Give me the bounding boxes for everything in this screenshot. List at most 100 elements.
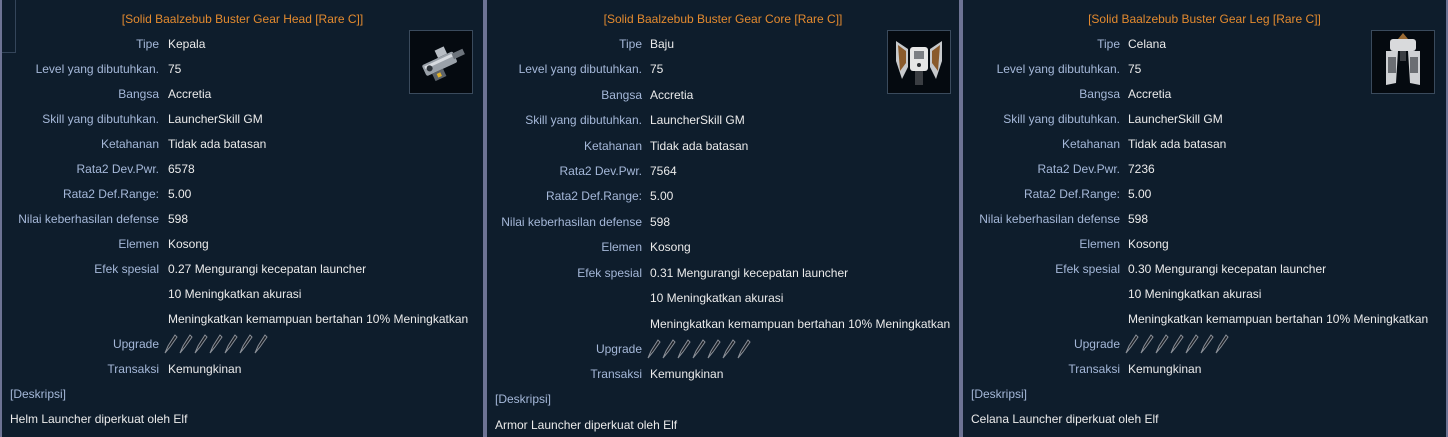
upgrade-slot-icon [1125, 334, 1139, 354]
helm-launcher-icon [409, 30, 473, 94]
upgrade-slot-icon [662, 339, 676, 359]
upgrade-slot-icon [209, 334, 223, 354]
stat-label: Elemen [118, 237, 159, 251]
stat-label: Skill yang dibutuhkan. [525, 113, 642, 127]
stat-value: Tidak ada batasan [1128, 137, 1227, 151]
description-header: [Deskripsi] [495, 392, 552, 406]
stat-value: Tidak ada batasan [650, 139, 749, 153]
stat-value: Celana [1128, 37, 1167, 51]
upgrade-slots [1125, 334, 1229, 354]
stat-value: 10 Meningkatkan akurasi [1128, 287, 1262, 301]
stat-label: Rata2 Def.Range: [545, 189, 642, 203]
stat-value: 0.30 Mengurangi kecepatan launcher [1128, 262, 1327, 276]
stat-value: 598 [168, 212, 189, 226]
upgrade-slot-icon [707, 339, 721, 359]
stat-value: LauncherSkill GM [168, 112, 263, 126]
stat-label: Upgrade [595, 342, 642, 356]
upgrade-slot-icon [239, 334, 253, 354]
stat-value: 7236 [1128, 162, 1155, 176]
stat-label: Rata2 Def.Range: [1023, 187, 1120, 201]
stat-value: 0.27 Mengurangi kecepatan launcher [168, 262, 367, 276]
item-title: [Solid Baalzebub Buster Gear Leg [Rare C… [1088, 12, 1321, 26]
stat-label: Skill yang dibutuhkan. [42, 112, 159, 126]
item-tooltip-leg: [Solid Baalzebub Buster Gear Leg [Rare C… [961, 0, 1448, 437]
upgrade-slot-icon [254, 334, 268, 354]
upgrade-slot-icon [677, 339, 691, 359]
description-header: [Deskripsi] [971, 387, 1028, 401]
armor-launcher-icon [887, 30, 951, 94]
stat-label: Tipe [1097, 37, 1120, 51]
stat-label: Efek spesial [1055, 262, 1120, 276]
stat-value: 75 [168, 62, 182, 76]
stat-value: Tidak ada batasan [168, 137, 267, 151]
stat-value: LauncherSkill GM [1128, 112, 1223, 126]
stat-label: Ketahanan [100, 137, 159, 151]
stat-value: 5.00 [650, 189, 674, 203]
upgrade-slot-icon [1215, 334, 1229, 354]
stat-label: Nilai keberhasilan defense [979, 212, 1120, 226]
stat-label: Elemen [601, 240, 642, 254]
description-text: Celana Launcher diperkuat oleh Elf [971, 412, 1159, 426]
stat-value: Kosong [168, 237, 209, 251]
stat-value: Accretia [1128, 87, 1172, 101]
upgrade-slot-icon [194, 334, 208, 354]
stat-value: 75 [1128, 62, 1142, 76]
stat-value: 10 Meningkatkan akurasi [650, 291, 784, 305]
upgrade-slots [164, 334, 268, 354]
stat-value: 598 [650, 215, 671, 229]
stat-label: Transaksi [1068, 362, 1120, 376]
item-title: [Solid Baalzebub Buster Gear Head [Rare … [121, 12, 364, 26]
stat-label: Rata2 Def.Range: [62, 187, 159, 201]
stat-label: Transaksi [107, 362, 159, 376]
stat-value: 598 [1128, 212, 1149, 226]
stat-value: Accretia [650, 88, 694, 102]
stat-label: Level yang dibutuhkan. [996, 62, 1120, 76]
upgrade-slot-icon [224, 334, 238, 354]
stat-value: 7564 [650, 164, 677, 178]
item-title: [Solid Baalzebub Buster Gear Core [Rare … [603, 12, 843, 26]
stat-value: 6578 [168, 162, 195, 176]
stat-label: Bangsa [118, 87, 159, 101]
stat-value: Kemungkinan [1128, 362, 1202, 376]
stat-label: Elemen [1079, 237, 1120, 251]
stat-value: LauncherSkill GM [650, 113, 745, 127]
stat-value: 10 Meningkatkan akurasi [168, 287, 302, 301]
upgrade-slot-icon [1170, 334, 1184, 354]
stat-label: Level yang dibutuhkan. [518, 62, 642, 76]
upgrade-slot-icon [1155, 334, 1169, 354]
upgrade-slot-icon [647, 339, 661, 359]
stat-value: 0.31 Mengurangi kecepatan launcher [650, 266, 849, 280]
stat-value: Meningkatkan kemampuan bertahan 10% Meni… [650, 317, 951, 331]
stat-value: Accretia [168, 87, 212, 101]
upgrade-slots [647, 339, 751, 359]
stat-label: Skill yang dibutuhkan. [1003, 112, 1120, 126]
item-tooltip-head: [Solid Baalzebub Buster Gear Head [Rare … [0, 0, 485, 437]
stat-label: Rata2 Dev.Pwr. [559, 164, 642, 178]
stat-value: Kepala [168, 37, 206, 51]
stat-label: Rata2 Dev.Pwr. [1037, 162, 1120, 176]
upgrade-slot-icon [1185, 334, 1199, 354]
stat-label: Transaksi [590, 367, 642, 381]
stat-value: Meningkatkan kemampuan bertahan 10% Meni… [168, 312, 469, 326]
leg-launcher-icon [1371, 30, 1435, 94]
stat-value: Baju [650, 37, 675, 51]
stat-value: Kosong [1128, 237, 1169, 251]
stat-label: Nilai keberhasilan defense [18, 212, 159, 226]
upgrade-slot-icon [164, 334, 178, 354]
stat-label: Efek spesial [94, 262, 159, 276]
upgrade-slot-icon [692, 339, 706, 359]
upgrade-slot-icon [179, 334, 193, 354]
stat-label: Upgrade [112, 337, 159, 351]
stat-label: Tipe [136, 37, 159, 51]
stat-value: 5.00 [168, 187, 192, 201]
stat-value: Meningkatkan kemampuan bertahan 10% Meni… [1128, 312, 1429, 326]
stat-value: Kemungkinan [168, 362, 242, 376]
stat-value: 5.00 [1128, 187, 1152, 201]
stat-label: Rata2 Dev.Pwr. [76, 162, 159, 176]
stat-label: Efek spesial [577, 266, 642, 280]
item-tooltip-core: [Solid Baalzebub Buster Gear Core [Rare … [485, 0, 961, 437]
description-text: Helm Launcher diperkuat oleh Elf [10, 412, 188, 426]
stat-label: Upgrade [1073, 337, 1120, 351]
stat-value: Kosong [650, 240, 691, 254]
stat-label: Level yang dibutuhkan. [35, 62, 159, 76]
